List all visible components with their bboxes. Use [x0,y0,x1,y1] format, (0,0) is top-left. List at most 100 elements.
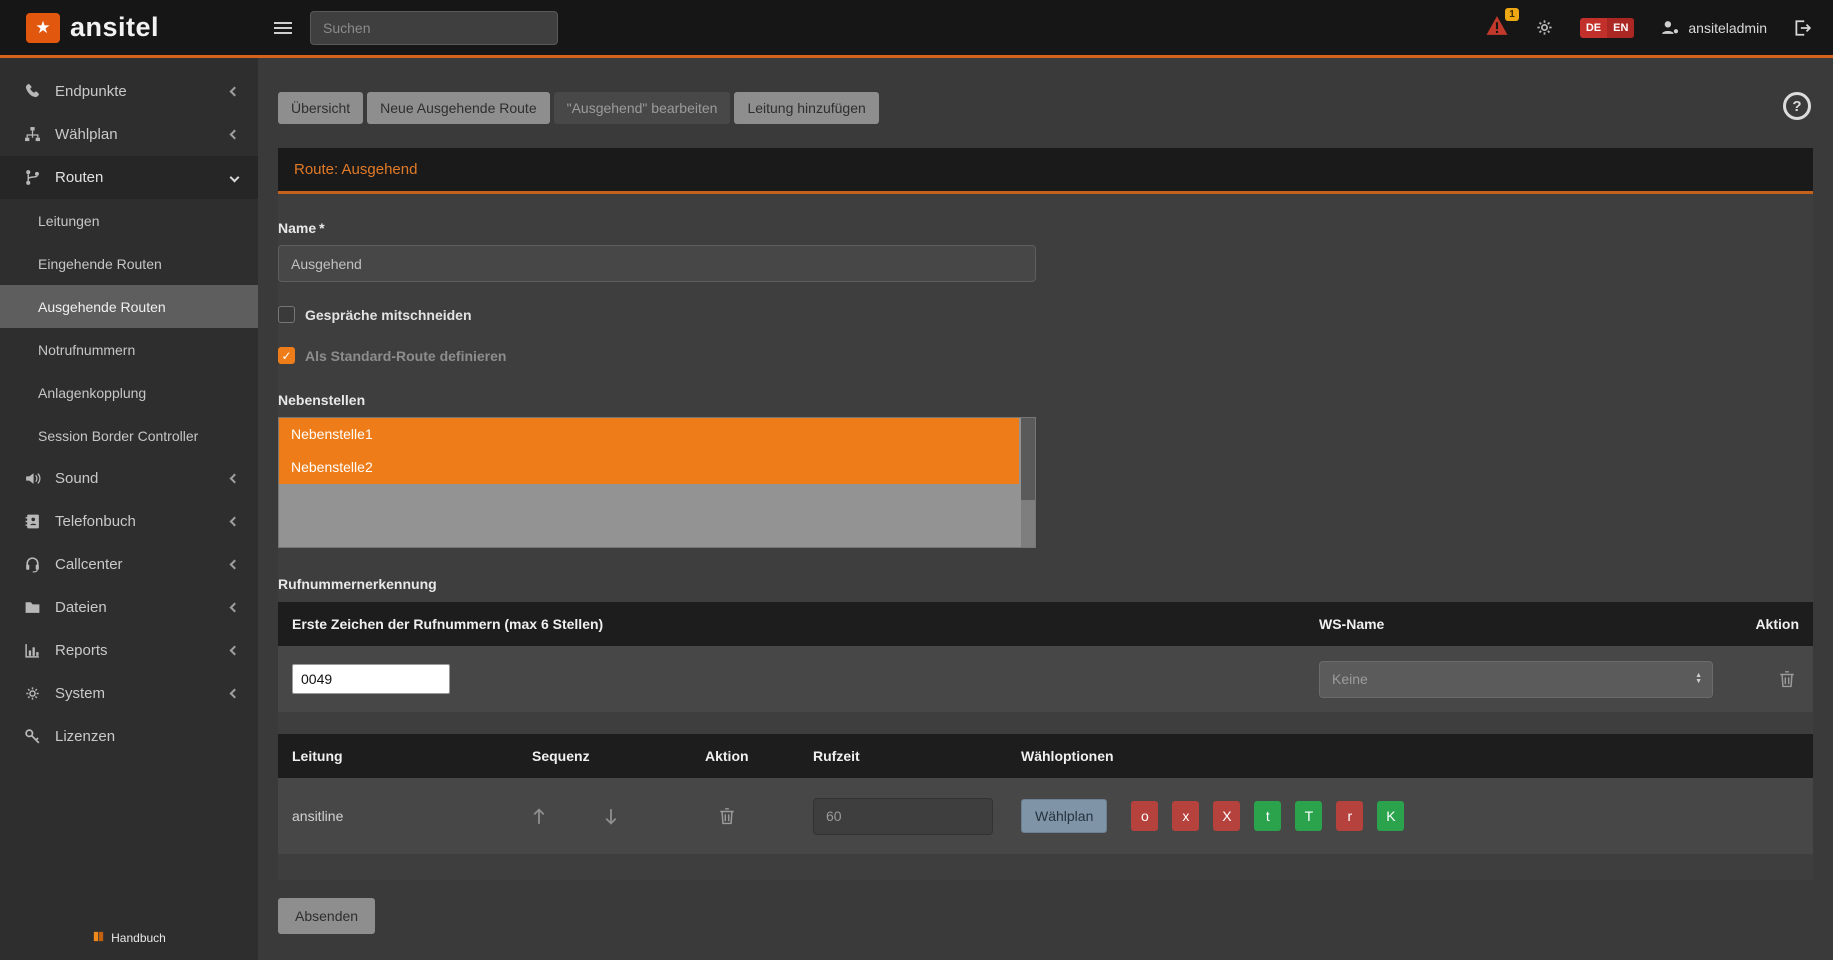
sidebar-item-callcenter[interactable]: Callcenter [0,543,258,586]
sidebar-item-label: Reports [55,642,218,659]
sidebar-item-label: Dateien [55,599,218,616]
record-calls-label: Gespräche mitschneiden [305,307,472,323]
default-route-label: Als Standard-Route definieren [305,348,506,364]
subitem-label: Notrufnummern [38,342,135,358]
sidebar: Endpunkte Wählplan Routen Leitungen Eing… [0,58,258,960]
topbar-right: 1 DE EN ansiteladmin [1485,15,1833,41]
move-up-button[interactable] [532,807,546,826]
ring-time-input[interactable] [813,798,993,835]
folder-icon [22,599,42,616]
sidebar-item-telefonbuch[interactable]: Telefonbuch [0,500,258,543]
lang-en[interactable]: EN [1607,18,1634,38]
sidebar-item-label: Wählplan [55,126,218,143]
app-logo[interactable]: ansitel [0,12,258,43]
menu-toggle-icon[interactable] [274,22,292,34]
column-header: Leitung [292,748,532,764]
sidebar-subitem-notrufnummern[interactable]: Notrufnummern [0,328,258,371]
topbar: ansitel 1 DE EN ansiteladmin [0,0,1833,58]
sidebar-item-lizenzen[interactable]: Lizenzen [0,715,258,758]
sidebar-item-sound[interactable]: Sound [0,457,258,500]
ausgehend-bearbeiten-button[interactable]: "Ausgehend" bearbeiten [554,92,731,124]
sidebar-item-endpunkte[interactable]: Endpunkte [0,70,258,113]
toolbar: Übersicht Neue Ausgehende Route "Ausgehe… [278,92,1813,124]
dial-option-x-lower[interactable]: x [1172,801,1199,831]
help-icon[interactable] [1783,92,1811,120]
sidebar-item-waehlplan[interactable]: Wählplan [0,113,258,156]
listbox-scrollbar-thumb[interactable] [1021,418,1035,500]
subitem-label: Session Border Controller [38,428,198,444]
leitung-hinzufuegen-button[interactable]: Leitung hinzufügen [734,92,878,124]
gear-icon[interactable] [1535,18,1554,37]
sidebar-item-dateien[interactable]: Dateien [0,586,258,629]
logout-icon[interactable] [1793,19,1811,37]
default-route-checkbox[interactable] [278,347,295,364]
sidebar-subitem-session-border-controller[interactable]: Session Border Controller [0,414,258,457]
sidebar-subitem-leitungen[interactable]: Leitungen [0,199,258,242]
routen-submenu: Leitungen Eingehende Routen Ausgehende R… [0,199,258,457]
username-text: ansiteladmin [1688,20,1767,36]
dial-option-r[interactable]: r [1336,801,1363,831]
extensions-listbox[interactable]: Nebenstelle1 Nebenstelle2 [278,417,1036,548]
line-name: ansitline [292,808,532,824]
bar-chart-icon [22,642,42,659]
neue-ausgehende-route-button[interactable]: Neue Ausgehende Route [367,92,549,124]
ws-name-select[interactable]: Keine [1319,661,1713,698]
route-branch-icon [22,169,42,186]
headset-icon [22,556,42,573]
dial-option-k[interactable]: K [1377,801,1404,831]
alert-warning-icon[interactable]: 1 [1485,15,1509,41]
delete-line-button[interactable] [719,807,735,825]
dial-option-t-upper[interactable]: T [1295,801,1322,831]
extension-option-selected[interactable]: Nebenstelle1 [279,418,1019,451]
default-route-row[interactable]: Als Standard-Route definieren [278,347,1813,364]
extensions-label: Nebenstellen [278,392,1813,408]
search-input[interactable] [310,11,558,45]
sidebar-subitem-ausgehende-routen[interactable]: Ausgehende Routen [0,285,258,328]
sidebar-subitem-anlagenkopplung[interactable]: Anlagenkopplung [0,371,258,414]
sidebar-item-routen[interactable]: Routen [0,156,258,199]
key-icon [22,728,42,745]
sidebar-item-reports[interactable]: Reports [0,629,258,672]
dial-option-x-upper[interactable]: X [1213,801,1240,831]
lang-de[interactable]: DE [1580,18,1607,38]
record-calls-row[interactable]: Gespräche mitschneiden [278,306,1813,323]
record-calls-checkbox[interactable] [278,306,295,323]
sidebar-item-label: Sound [55,470,218,487]
handbuch-link[interactable]: Handbuch [0,930,258,946]
waehlplan-button[interactable]: Wählplan [1021,799,1107,833]
required-mark: * [319,220,324,236]
column-header: Aktion [1739,616,1799,632]
subitem-label: Eingehende Routen [38,256,162,272]
submit-button[interactable]: Absenden [278,898,375,934]
language-switcher[interactable]: DE EN [1580,18,1635,38]
sitemap-icon [22,126,42,143]
ws-name-selected-value: Keine [1332,671,1368,687]
move-down-button[interactable] [604,807,618,826]
sidebar-item-label: Lizenzen [55,728,238,745]
chevron-left-icon [230,87,240,97]
sidebar-item-system[interactable]: System [0,672,258,715]
sidebar-subitem-eingehende-routen[interactable]: Eingehende Routen [0,242,258,285]
chevron-left-icon [230,517,240,527]
dial-option-t-lower[interactable]: t [1254,801,1281,831]
subitem-label: Anlagenkopplung [38,385,146,401]
user-menu[interactable]: ansiteladmin [1660,19,1767,36]
uebersicht-button[interactable]: Übersicht [278,92,363,124]
column-header: Sequenz [532,748,705,764]
extension-option-selected[interactable]: Nebenstelle2 [279,451,1019,484]
prefix-input[interactable] [292,664,450,694]
chevron-left-icon [230,474,240,484]
name-input[interactable] [278,245,1036,282]
content: Übersicht Neue Ausgehende Route "Ausgehe… [258,58,1833,960]
column-header: WS-Name [1319,616,1739,632]
cid-label: Rufnummernerkennung [278,576,1813,592]
user-icon [1660,19,1680,36]
column-header: Erste Zeichen der Rufnummern (max 6 Stel… [292,616,1319,632]
select-arrows-icon [1695,673,1702,685]
delete-prefix-button[interactable] [1779,670,1795,688]
chevron-left-icon [230,560,240,570]
line-table-row: ansitline Wählplan [278,778,1813,854]
sidebar-item-label: System [55,685,218,702]
dial-option-o[interactable]: o [1131,801,1158,831]
action-cell [705,807,813,825]
